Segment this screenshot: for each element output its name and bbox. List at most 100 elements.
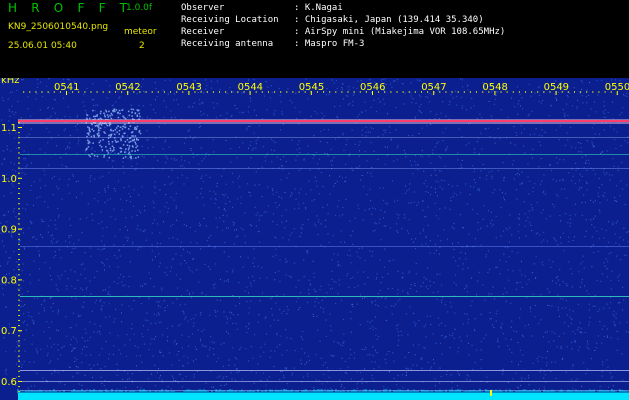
y-minor-tick xyxy=(18,304,20,306)
spectral-trace xyxy=(20,381,629,382)
y-minor-tick xyxy=(18,254,20,255)
y-minor-tick xyxy=(18,132,20,134)
time-minor-tick xyxy=(292,91,294,93)
time-minor-tick xyxy=(206,91,208,93)
y-minor-tick xyxy=(18,127,20,128)
y-minor-tick xyxy=(18,243,20,245)
time-minor-tick xyxy=(598,91,600,93)
time-minor-tick xyxy=(580,91,582,93)
time-minor-tick xyxy=(23,91,25,93)
time-tick-label: 0545 xyxy=(299,82,324,93)
y-minor-tick xyxy=(18,157,20,159)
y-minor-tick xyxy=(18,386,20,388)
y-minor-tick xyxy=(18,381,20,382)
time-minor-tick xyxy=(35,91,37,93)
spectral-trace xyxy=(20,246,629,247)
app-version: 1.0.0f xyxy=(126,3,153,13)
time-minor-tick xyxy=(451,91,453,93)
y-minor-tick xyxy=(18,325,20,327)
time-minor-tick xyxy=(531,91,533,93)
time-minor-tick xyxy=(41,91,43,93)
time-minor-tick xyxy=(145,91,147,93)
y-minor-tick xyxy=(18,228,20,230)
time-minor-tick xyxy=(353,91,355,93)
y-minor-tick xyxy=(18,284,20,286)
time-minor-tick xyxy=(268,91,269,93)
y-minor-tick xyxy=(18,203,20,205)
meteor-label: meteor xyxy=(124,27,157,37)
y-minor-tick xyxy=(18,335,20,337)
trace-layer xyxy=(17,108,629,400)
spectral-trace xyxy=(20,168,629,169)
meteor-count: 2 xyxy=(139,41,145,51)
y-minor-tick xyxy=(18,315,20,316)
info-observer-value: : K.Nagai xyxy=(294,3,343,13)
time-minor-tick xyxy=(414,91,416,93)
time-minor-tick xyxy=(396,91,398,93)
spectral-trace xyxy=(20,296,629,297)
noise-speckle-bright xyxy=(0,78,628,391)
spectral-trace xyxy=(20,370,629,371)
y-minor-tick xyxy=(18,340,20,342)
event-marker xyxy=(490,390,492,396)
time-minor-tick xyxy=(163,91,165,93)
y-minor-tick xyxy=(18,365,20,367)
time-minor-tick xyxy=(463,91,465,93)
time-tick-label: 0542 xyxy=(115,82,140,93)
y-axis-unit: kHz xyxy=(1,78,20,86)
y-minor-tick xyxy=(18,309,20,311)
y-minor-tick xyxy=(18,137,20,139)
y-minor-tick xyxy=(18,264,20,266)
time-minor-tick xyxy=(469,91,471,93)
info-antenna-value: : Maspro FM-3 xyxy=(294,39,365,49)
time-minor-tick xyxy=(574,91,575,93)
time-minor-tick xyxy=(586,91,588,93)
header-panel: H R O F F T 1.0.0f KN9_2506010540.png me… xyxy=(0,0,629,78)
date-time: 25.06.01 05:40 xyxy=(8,41,77,51)
time-tick-label: 0541 xyxy=(54,82,79,93)
y-minor-tick xyxy=(18,259,20,261)
time-minor-tick xyxy=(476,91,477,93)
label-layer: kHz 1.1 1.0 0.9 0.8 0.7 0.6 0541 0542 0543 0544 054… xyxy=(1,78,629,388)
baseline-band xyxy=(18,393,629,400)
spectrogram-canvas: kHz 1.1 1.0 0.9 0.8 0.7 0.6 0541 0542 0543 0544 054… xyxy=(0,78,629,400)
time-minor-tick xyxy=(274,91,276,93)
time-minor-tick xyxy=(347,91,349,93)
time-tick-label: 0549 xyxy=(544,82,569,93)
y-minor-tick xyxy=(18,182,20,184)
y-minor-tick xyxy=(18,193,20,194)
time-minor-tick xyxy=(96,91,98,93)
y-minor-tick xyxy=(18,223,20,225)
y-minor-tick xyxy=(18,188,20,189)
time-minor-tick xyxy=(225,91,227,93)
info-location-value: : Chigasaki, Japan (139.414 35.340) xyxy=(294,15,484,25)
y-minor-tick xyxy=(18,198,20,200)
time-tick-label: 0548 xyxy=(482,82,507,93)
time-minor-tick xyxy=(457,91,459,93)
y-minor-tick xyxy=(18,279,20,281)
y-minor-tick xyxy=(18,177,20,179)
spectral-trace xyxy=(20,137,629,138)
time-minor-tick xyxy=(108,91,110,93)
noise-speckle xyxy=(0,78,629,392)
time-minor-tick xyxy=(286,91,288,93)
y-minor-tick xyxy=(18,248,20,250)
time-minor-tick xyxy=(518,91,520,93)
y-minor-tick xyxy=(18,391,20,393)
info-receiver-value: : AirSpy mini (Miakejima VOR 108.65MHz) xyxy=(294,27,506,37)
y-minor-tick xyxy=(18,162,20,164)
info-receiver-label: Receiver xyxy=(181,27,225,37)
y-minor-tick xyxy=(18,121,20,123)
time-minor-tick xyxy=(537,91,539,93)
time-minor-tick xyxy=(157,91,159,93)
y-minor-tick xyxy=(18,360,20,362)
carrier-line xyxy=(18,120,629,122)
y-minor-tick xyxy=(18,208,20,210)
time-minor-tick xyxy=(525,91,526,93)
time-minor-tick xyxy=(341,91,343,93)
info-location-label: Receiving Location xyxy=(181,15,279,25)
time-minor-tick xyxy=(390,91,392,93)
time-minor-tick xyxy=(90,91,92,93)
y-tick-label: 0.6 xyxy=(1,377,17,388)
spectral-trace xyxy=(20,154,629,155)
